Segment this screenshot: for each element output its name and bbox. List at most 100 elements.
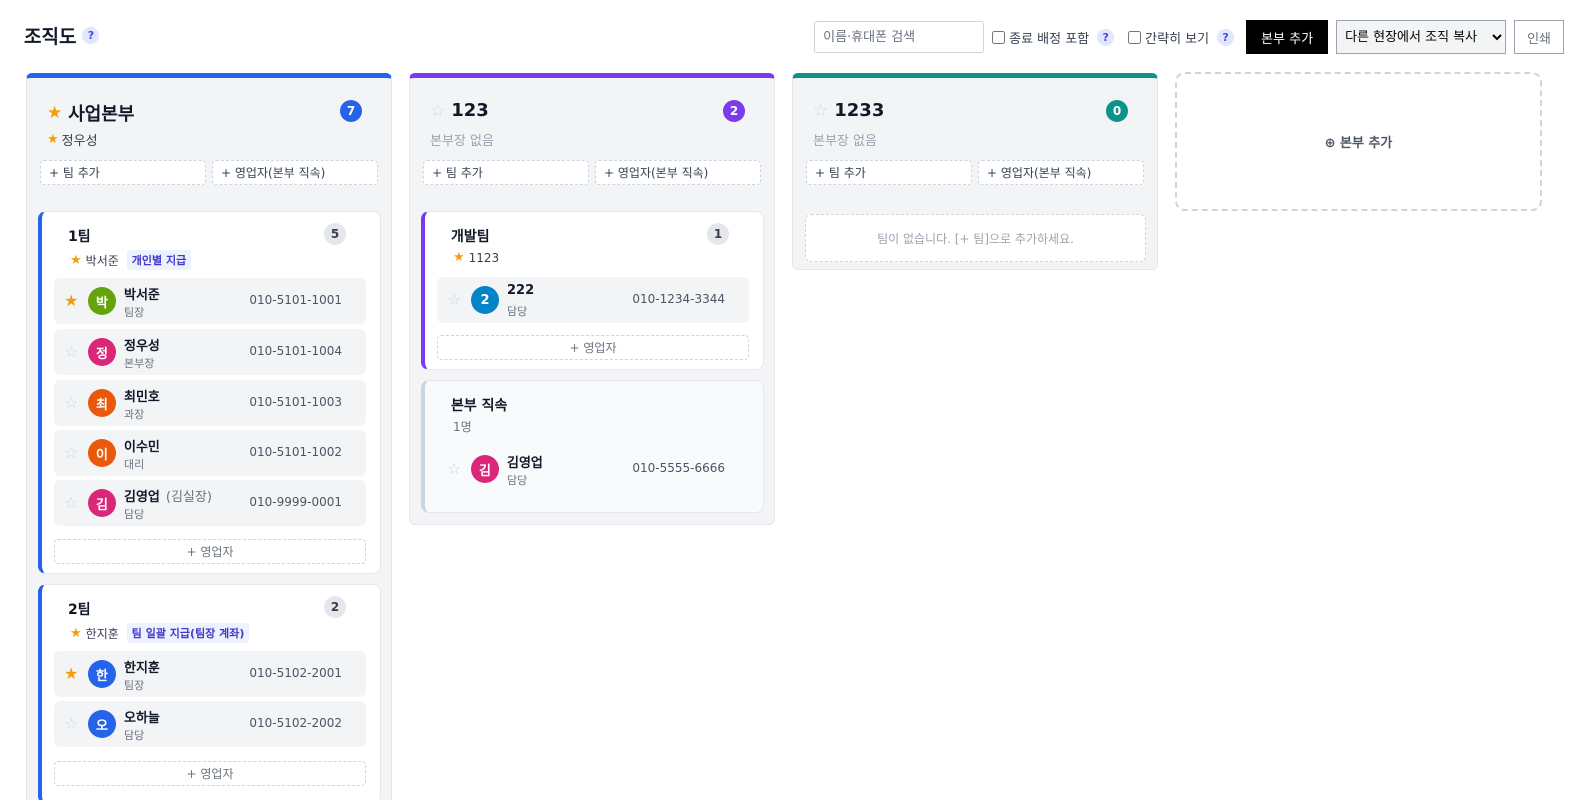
member-role: 담당 [507, 305, 528, 318]
team-lead-name: 박서준 [85, 253, 119, 268]
team-card: 1팀 5 ★ 박서준 개인별 지급 ★ 박 박서준 팀장 010-5101-10… [38, 211, 381, 574]
star-outline-icon[interactable]: ☆ [64, 393, 78, 412]
member-row[interactable]: ☆ 김 김영업 담당 010-5555-6666 [437, 446, 749, 492]
member-phone: 010-5101-1001 [249, 293, 342, 307]
division-count-badge: 7 [340, 100, 362, 122]
avatar: 2 [471, 286, 499, 314]
member-row[interactable]: ★ 한 한지훈 팀장 010-5102-2001 [54, 651, 366, 697]
direct-members-card: 본부 직속 1명 ☆ 김 김영업 담당 010-5555-6666 [421, 380, 764, 513]
star-outline-icon[interactable]: ☆ [64, 342, 78, 361]
team-name: 2팀 [68, 602, 91, 618]
payment-badge: 팀 일괄 지급(팀장 계좌) [126, 623, 250, 643]
division-count-badge: 0 [1106, 100, 1128, 122]
member-name-text: 박서준 [124, 288, 160, 303]
star-icon[interactable]: ★ [64, 291, 78, 310]
compact-view-checkbox[interactable] [1128, 30, 1142, 44]
star-outline-icon[interactable]: ☆ [64, 443, 78, 462]
member-phone: 010-5101-1002 [249, 445, 342, 459]
add-member-button[interactable]: + 영업자 [54, 761, 366, 786]
member-role: 팀장 [124, 679, 145, 692]
member-name: 오하늘 [124, 707, 160, 726]
member-role: 담당 [124, 729, 145, 742]
member-phone: 010-5555-6666 [632, 461, 725, 475]
star-outline-icon[interactable]: ☆ [430, 101, 445, 121]
member-row[interactable]: ☆ 정 정우성 본부장 010-5101-1004 [54, 329, 366, 375]
add-member-button[interactable]: + 영업자 [54, 539, 366, 564]
division-name: 사업본부 [68, 104, 135, 125]
copy-org-select[interactable]: 다른 현장에서 조직 복사 [1336, 20, 1507, 54]
team-count-badge: 1 [707, 223, 729, 245]
division-name: 1233 [834, 100, 885, 121]
star-outline-icon[interactable]: ☆ [813, 101, 828, 121]
direct-count: 1명 [453, 420, 472, 434]
division-column-2: ☆ 123 2 본부장 없음 + 팀 추가 + 영업자(본부 직속) 개발팀 1… [409, 73, 775, 525]
payment-badge: 개인별 지급 [126, 250, 192, 270]
division-header: ★ 사업본부 7 ★ 정우성 [27, 78, 391, 158]
page-title-text: 조직도 [24, 26, 77, 48]
compact-view-label: 간략히 보기 [1145, 31, 1210, 47]
team-count-badge: 2 [324, 596, 346, 618]
member-name-text: 김영업 [507, 456, 543, 471]
add-team-button[interactable]: + 팀 추가 [40, 160, 206, 185]
compact-view-help-icon[interactable]: ? [1217, 28, 1235, 46]
team-card: 개발팀 1 ★ 1123 ☆ 2 222 담당 010-1234-3344 + … [421, 211, 764, 370]
add-division-button[interactable]: 본부 추가 [1246, 20, 1329, 54]
search-input[interactable] [814, 21, 985, 53]
include-ended-label: 종료 배정 포함 [1009, 31, 1090, 47]
member-role: 팀장 [124, 306, 145, 319]
division-name: 123 [451, 100, 489, 121]
include-ended-toggle[interactable]: 종료 배정 포함 [992, 28, 1089, 47]
member-phone: 010-5101-1003 [249, 395, 342, 409]
team-lead: ★ 1123 [453, 250, 499, 265]
member-name: 이수민 [124, 436, 160, 455]
member-row[interactable]: ☆ 최 최민호 과장 010-5101-1003 [54, 380, 366, 426]
member-name: 김영업 (김실장) [124, 486, 212, 505]
division-column-1: ★ 사업본부 7 ★ 정우성 + 팀 추가 + 영업자(본부 직속) 1팀 5 … [26, 73, 392, 800]
member-name-text: 정우성 [124, 339, 160, 354]
member-row[interactable]: ☆ 이 이수민 대리 010-5101-1002 [54, 430, 366, 476]
team-lead: ★ 한지훈 팀 일괄 지급(팀장 계좌) [70, 623, 250, 643]
add-direct-member-button[interactable]: + 영업자(본부 직속) [212, 160, 378, 185]
division-no-lead: 본부장 없음 [430, 134, 494, 149]
avatar: 최 [88, 389, 116, 417]
avatar: 김 [88, 489, 116, 517]
star-icon: ★ [70, 252, 82, 268]
star-outline-icon[interactable]: ☆ [447, 459, 461, 478]
include-ended-help-icon[interactable]: ? [1097, 28, 1115, 46]
team-name: 1팀 [68, 229, 91, 245]
division-lead-name: 정우성 [61, 134, 98, 149]
star-outline-icon[interactable]: ☆ [64, 493, 78, 512]
include-ended-checkbox[interactable] [992, 30, 1006, 44]
team-card: 2팀 2 ★ 한지훈 팀 일괄 지급(팀장 계좌) ★ 한 한지훈 팀장 010… [38, 584, 381, 800]
add-member-button[interactable]: + 영업자 [437, 335, 749, 360]
star-icon[interactable]: ★ [47, 103, 62, 123]
star-icon[interactable]: ★ [64, 664, 78, 683]
division-actions: + 팀 추가 + 영업자(본부 직속) [806, 160, 1144, 185]
member-role: 담당 [507, 474, 528, 487]
member-name: 정우성 [124, 335, 160, 354]
add-direct-member-button[interactable]: + 영업자(본부 직속) [978, 160, 1144, 185]
member-name-text: 222 [507, 283, 535, 298]
star-outline-icon[interactable]: ☆ [447, 290, 461, 309]
add-direct-member-button[interactable]: + 영업자(본부 직속) [595, 160, 761, 185]
empty-teams-message: 팀이 없습니다. [+ 팀]으로 추가하세요. [805, 214, 1146, 262]
member-row[interactable]: ☆ 김 김영업 (김실장) 담당 010-9999-0001 [54, 480, 366, 526]
member-phone: 010-5101-1004 [249, 344, 342, 358]
division-actions: + 팀 추가 + 영업자(본부 직속) [40, 160, 378, 185]
member-row[interactable]: ★ 박 박서준 팀장 010-5101-1001 [54, 278, 366, 324]
compact-view-toggle[interactable]: 간략히 보기 [1128, 28, 1209, 47]
add-division-card[interactable]: ⊕ 본부 추가 [1175, 72, 1542, 211]
member-row[interactable]: ☆ 2 222 담당 010-1234-3344 [437, 277, 749, 323]
print-button[interactable]: 인쇄 [1514, 20, 1564, 54]
add-team-button[interactable]: + 팀 추가 [806, 160, 972, 185]
star-icon: ★ [70, 625, 82, 641]
division-count-badge: 2 [723, 100, 745, 122]
star-outline-icon[interactable]: ☆ [64, 714, 78, 733]
member-phone: 010-5102-2002 [249, 716, 342, 730]
member-row[interactable]: ☆ 오 오하늘 담당 010-5102-2002 [54, 701, 366, 747]
title-help-icon[interactable]: ? [82, 27, 100, 44]
avatar: 정 [88, 338, 116, 366]
member-phone: 010-5102-2001 [249, 666, 342, 680]
add-team-button[interactable]: + 팀 추가 [423, 160, 589, 185]
member-name-text: 오하늘 [124, 711, 160, 726]
